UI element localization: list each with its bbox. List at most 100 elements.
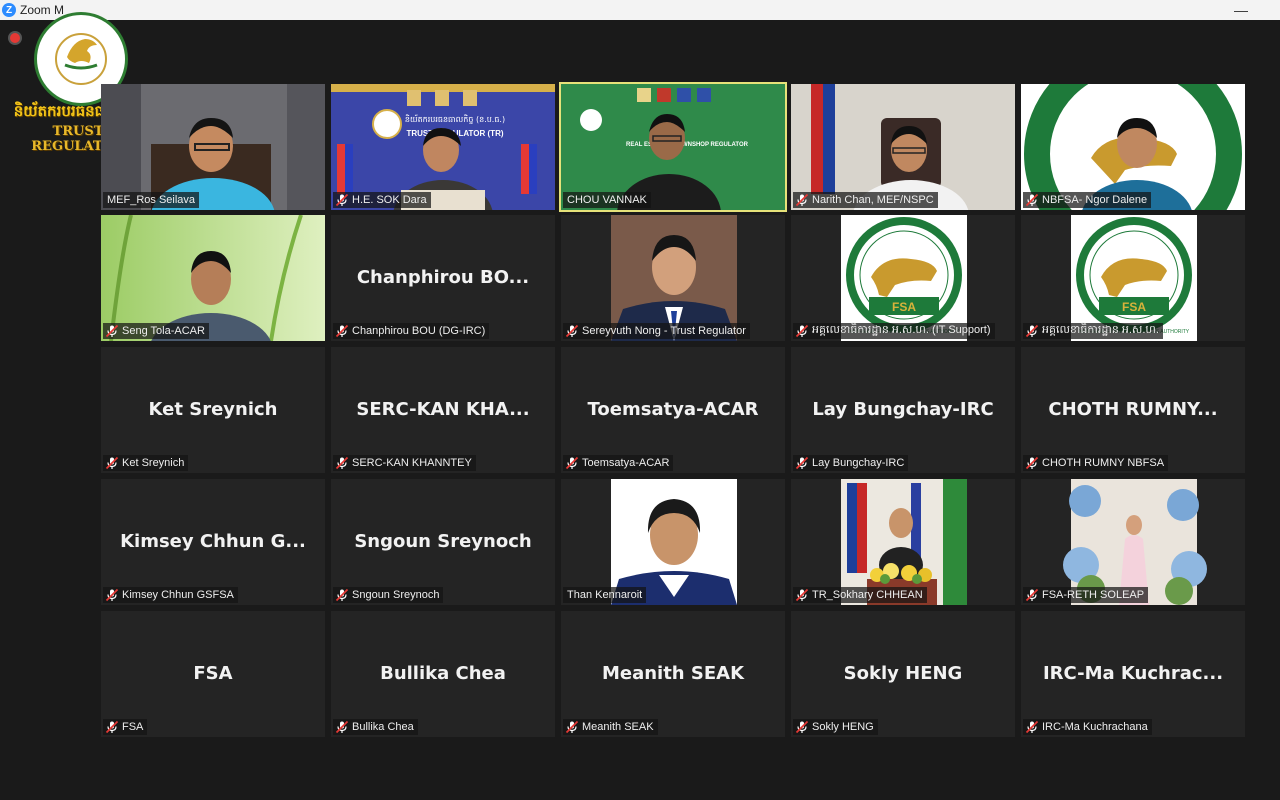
participant-tile[interactable]: TR_Sokhary CHHEAN: [791, 479, 1015, 605]
participant-display-name: Meanith SEAK: [601, 663, 745, 684]
participant-name-label: Seng Tola-ACAR: [103, 323, 209, 339]
participant-tile[interactable]: FSA FSA: [101, 611, 325, 737]
participant-tile[interactable]: Sokly HENG Sokly HENG: [791, 611, 1015, 737]
participant-name-text: Meanith SEAK: [582, 721, 654, 733]
participant-name-label: Bullika Chea: [333, 719, 418, 735]
participant-display-name: SERC-KAN KHA...: [356, 399, 530, 420]
participant-name-label: Sokly HENG: [793, 719, 878, 735]
muted-mic-icon: [105, 456, 119, 470]
svg-text:FSA: FSA: [1122, 300, 1146, 314]
participant-tile[interactable]: និយ័តករបរធនធាលកិច្ច (ន.ប.ធ.) TRUST REGULA…: [331, 84, 555, 210]
participant-name-text: អគ្គលេខាធិការដ្ឋាន អ.ស.ហ.: [1042, 324, 1159, 336]
participant-tile[interactable]: Chanphirou BO... Chanphirou BOU (DG-IRC): [331, 215, 555, 341]
participant-name-label: Sngoun Sreynoch: [333, 587, 444, 603]
participant-name-text: Sngoun Sreynoch: [352, 589, 440, 601]
participant-tile[interactable]: Seng Tola-ACAR: [101, 215, 325, 341]
muted-mic-icon: [335, 193, 349, 207]
participant-tile[interactable]: MEF_Ros Seilava: [101, 84, 325, 210]
muted-mic-icon: [335, 720, 349, 734]
participant-tile[interactable]: Lay Bungchay-IRC Lay Bungchay-IRC: [791, 347, 1015, 473]
participant-tile[interactable]: SERC-KAN KHA... SERC-KAN KHANNTEY: [331, 347, 555, 473]
participant-name-label: MEF_Ros Seilava: [103, 192, 200, 208]
muted-mic-icon: [565, 456, 579, 470]
participant-display-name: Bullika Chea: [380, 663, 506, 684]
muted-mic-icon: [335, 456, 349, 470]
participant-tile[interactable]: IRC-Ma Kuchrac... IRC-Ma Kuchrachana: [1021, 611, 1245, 737]
muted-mic-icon: [795, 720, 809, 734]
window-titlebar: Z Zoom M —: [0, 0, 1280, 20]
participant-display-name: Sokly HENG: [843, 663, 963, 684]
participant-tile[interactable]: Ket Sreynich Ket Sreynich: [101, 347, 325, 473]
muted-mic-icon: [335, 324, 349, 338]
participant-name-label: TR_Sokhary CHHEAN: [793, 587, 927, 603]
participant-name-label: FSA-RETH SOLEAP: [1023, 587, 1149, 603]
participant-name-text: Sereyvuth Nong - Trust Regulator: [582, 325, 746, 337]
participant-tile[interactable]: Sngoun Sreynoch Sngoun Sreynoch: [331, 479, 555, 605]
participant-name-text: MEF_Ros Seilava: [107, 194, 196, 206]
participant-name-text: Kimsey Chhun GSFSA: [122, 589, 234, 601]
participant-tile[interactable]: Bullika Chea Bullika Chea: [331, 611, 555, 737]
muted-mic-icon: [105, 324, 119, 338]
participant-display-name: Kimsey Chhun G...: [120, 531, 306, 552]
participant-name-text: Narith Chan, MEF/NSPC: [812, 194, 934, 206]
minimize-button[interactable]: —: [1234, 2, 1248, 18]
svg-text:FSA: FSA: [892, 300, 916, 314]
participant-name-text: CHOU VANNAK: [567, 194, 647, 206]
participant-tile[interactable]: CHOTH RUMNY... CHOTH RUMNY NBFSA: [1021, 347, 1245, 473]
muted-mic-icon: [795, 193, 809, 207]
participant-name-label: Narith Chan, MEF/NSPC: [793, 192, 938, 208]
participant-tile[interactable]: Narith Chan, MEF/NSPC: [791, 84, 1015, 210]
participant-tile[interactable]: FSANON-BANK FINANCIAL SERVICES AUTHORITY…: [1021, 215, 1245, 341]
muted-mic-icon: [105, 720, 119, 734]
participant-display-name: Sngoun Sreynoch: [354, 531, 532, 552]
participant-name-text: IRC-Ma Kuchrachana: [1042, 721, 1148, 733]
participant-name-text: Sokly HENG: [812, 721, 874, 733]
participant-name-text: Bullika Chea: [352, 721, 414, 733]
participant-name-text: SERC-KAN KHANNTEY: [352, 457, 472, 469]
muted-mic-icon: [565, 720, 579, 734]
participant-tile[interactable]: Sereyvuth Nong - Trust Regulator: [561, 215, 785, 341]
participant-name-label: Kimsey Chhun GSFSA: [103, 587, 238, 603]
participant-name-label: CHOU VANNAK: [563, 192, 651, 208]
participant-tile[interactable]: Than Kennaroit: [561, 479, 785, 605]
participant-name-label: Ket Sreynich: [103, 455, 189, 471]
participant-name-label: IRC-Ma Kuchrachana: [1023, 719, 1152, 735]
svg-text:និយ័តករបរធនធាលកិច្ច (ន.ប.ធ.): និយ័តករបរធនធាលកិច្ច (ន.ប.ធ.): [405, 114, 505, 124]
participant-display-name: Lay Bungchay-IRC: [812, 399, 994, 420]
participant-name-label: NBFSA- Ngor Dalene: [1023, 192, 1152, 208]
participant-display-name: CHOTH RUMNY...: [1048, 399, 1218, 420]
bird-emblem-icon: [64, 39, 98, 70]
participant-tile[interactable]: Kimsey Chhun G... Kimsey Chhun GSFSA: [101, 479, 325, 605]
participant-name-text: អគ្គលេខាធិការដ្ឋាន អ.ស.ហ. (IT Support): [812, 324, 991, 336]
participant-name-text: Than Kennaroit: [567, 589, 643, 601]
participant-tile[interactable]: Toemsatya-ACAR Toemsatya-ACAR: [561, 347, 785, 473]
participant-name-label: FSA: [103, 719, 148, 735]
participant-tile[interactable]: REAL ESTATE & PAWNSHOP REGULATOR CHOU VAN…: [559, 82, 787, 212]
muted-mic-icon: [1025, 456, 1039, 470]
participant-name-text: FSA: [122, 721, 144, 733]
participant-name-label: SERC-KAN KHANNTEY: [333, 455, 476, 471]
participant-display-name: IRC-Ma Kuchrac...: [1042, 663, 1224, 684]
participant-tile[interactable]: NBFSA- Ngor Dalene: [1021, 84, 1245, 210]
participant-name-label: CHOTH RUMNY NBFSA: [1023, 455, 1169, 471]
participant-name-label: អគ្គលេខាធិការដ្ឋាន អ.ស.ហ.: [1023, 323, 1163, 339]
participant-display-name: Ket Sreynich: [148, 399, 278, 420]
participant-name-text: FSA-RETH SOLEAP: [1042, 589, 1145, 601]
participant-display-name: Chanphirou BO...: [356, 267, 530, 288]
muted-mic-icon: [105, 588, 119, 602]
participant-name-label: Than Kennaroit: [563, 587, 647, 603]
muted-mic-icon: [335, 588, 349, 602]
participant-name-text: NBFSA- Ngor Dalene: [1042, 194, 1148, 206]
participant-tile[interactable]: FSA-RETH SOLEAP: [1021, 479, 1245, 605]
participant-display-name: Toemsatya-ACAR: [587, 399, 759, 420]
muted-mic-icon: [1025, 588, 1039, 602]
participant-name-label: Meanith SEAK: [563, 719, 658, 735]
participant-name-text: Seng Tola-ACAR: [122, 325, 205, 337]
participant-display-name: FSA: [193, 663, 233, 684]
participant-tile[interactable]: Meanith SEAK Meanith SEAK: [561, 611, 785, 737]
participant-name-label: Chanphirou BOU (DG-IRC): [333, 323, 490, 339]
muted-mic-icon: [795, 324, 809, 338]
muted-mic-icon: [1025, 193, 1039, 207]
participant-tile[interactable]: FSANON-BANK FINANCIAL SERVICES AUTHORITY…: [791, 215, 1015, 341]
participant-name-label: Sereyvuth Nong - Trust Regulator: [563, 323, 750, 339]
